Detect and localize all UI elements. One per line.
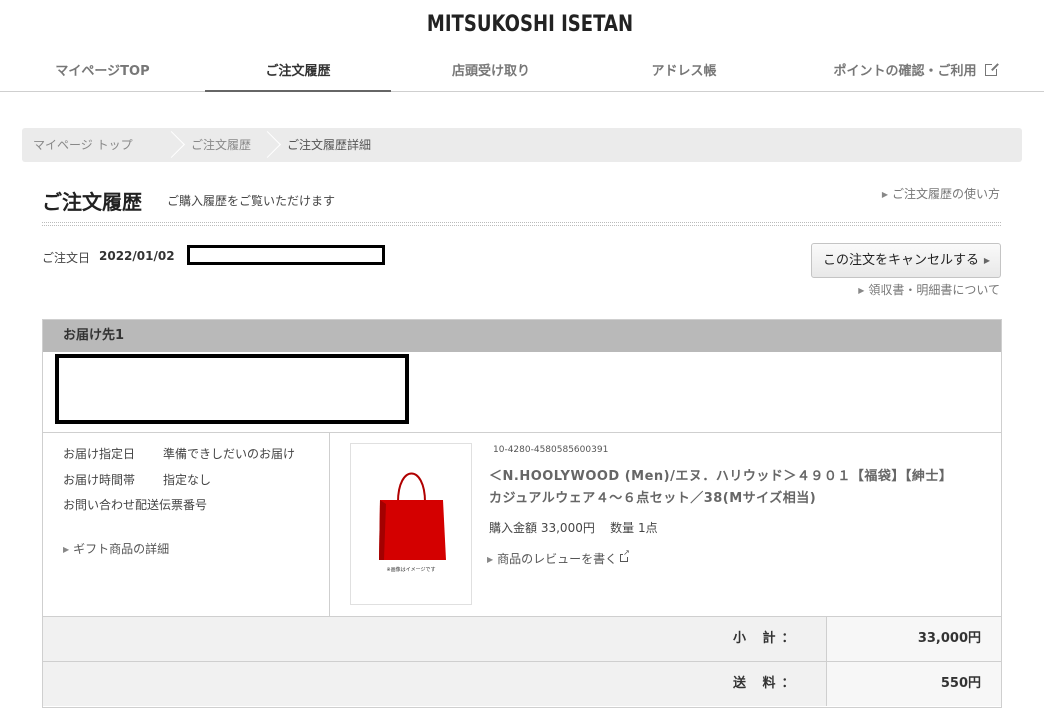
subtotal-cell: 33,000円 [826,617,1001,661]
brand-logo[interactable]: MITSUKOSHI ISETAN [95,12,964,37]
write-review-link[interactable]: ▶ 商品のレビューを書く [487,549,630,567]
shipping-label: 送 料： [733,676,801,691]
delivery-time-label: お届け時間帯 [63,473,136,487]
divider [43,432,1001,433]
triangle-right-icon: ▶ [487,555,494,564]
quantity-label: 数量 [610,521,635,535]
triangle-right-icon: ▶ [858,286,865,295]
help-link-label: ご注文履歴の使い方 [891,187,1000,201]
divider [329,433,330,616]
cancel-order-button[interactable]: この注文をキャンセルする ▶ [811,243,1001,278]
price-value: 33,000円 [540,521,595,535]
main-nav: マイページTOP ご注文履歴 店頭受け取り アドレス帳 ポイントの確認・ご利用 [0,52,1044,92]
triangle-right-icon: ▶ [983,256,990,265]
gift-details-label: ギフト商品の詳細 [73,542,170,556]
subtotal-row: 小 計： 33,000円 [43,616,1001,661]
image-caption: ※画像はイメージです [386,567,436,573]
redacted-address [55,354,409,424]
nav-item-points-label: ポイントの確認・ご利用 [833,64,977,79]
subtotal-label: 小 計： [733,631,801,646]
page-title: ご注文履歴 [42,190,142,214]
shopping-bag-icon [379,472,446,560]
delivery-date-label: お届け指定日 [63,447,136,461]
nav-item-points[interactable]: ポイントの確認・ご利用 [800,52,1030,92]
breadcrumb-mypage-top[interactable]: マイページ トップ [33,128,133,162]
subtotal-value: 33,000円 [917,631,981,646]
external-link-icon [620,549,630,562]
product-sku: 10-4280-4580585600391 [493,445,609,455]
gift-details-link[interactable]: ▶ ギフト商品の詳細 [63,540,169,557]
breadcrumb: マイページ トップ ご注文履歴 ご注文履歴詳細 [22,128,1022,162]
divider [42,222,1001,226]
order-date-value: 2022/01/02 [99,249,175,263]
quantity-value: 1点 [637,521,658,535]
triangle-right-icon: ▶ [881,190,888,199]
nav-item-address-book[interactable]: アドレス帳 [591,52,777,92]
delivery-date-value: 準備できしだいのお届け [163,447,296,461]
product-image[interactable]: ※画像はイメージです [350,443,472,605]
delivery-header: お届け先1 [43,320,1001,352]
receipt-link-label: 領収書・明細書について [868,283,1000,297]
help-link[interactable]: ▶ ご注文履歴の使い方 [882,185,1000,202]
breadcrumb-separator-icon [168,128,186,162]
receipt-link[interactable]: ▶ 領収書・明細書について [858,281,1000,298]
tracking-number-label: お問い合わせ配送伝票番号 [63,498,208,512]
shipping-row: 送 料： 550円 [43,661,1001,706]
external-link-icon [984,62,999,76]
write-review-label: 商品のレビューを書く [497,552,618,566]
shipping-cell: 550円 [826,662,1001,706]
nav-item-store-pickup[interactable]: 店頭受け取り [391,52,591,92]
redacted-order-number [187,245,385,265]
breadcrumb-current: ご注文履歴詳細 [287,138,372,152]
delivery-box: お届け先1 お届け指定日 準備できしだいのお届け お届け時間帯 指定なし お問い… [42,319,1002,708]
nav-item-mypage-top[interactable]: マイページTOP [0,52,205,92]
product-name[interactable]: ＜N.HOOLYWOOD (Men)/エヌ．ハリウッド＞４９０１【福袋】【紳士】… [489,466,959,510]
breadcrumb-order-history[interactable]: ご注文履歴 [191,128,251,162]
nav-item-order-history[interactable]: ご注文履歴 [205,52,391,92]
shipping-value: 550円 [940,676,981,691]
delivery-time-value: 指定なし [163,473,212,487]
page-subtitle: ご購入履歴をご覧いただけます [167,194,336,208]
price-label: 購入金額 [489,521,538,535]
triangle-right-icon: ▶ [63,545,70,554]
breadcrumb-separator-icon [264,128,282,162]
product-price-row: 購入金額 33,000円 数量 1点 [489,519,658,536]
cancel-order-label: この注文をキャンセルする [823,253,980,268]
order-date-label: ご注文日 [42,251,91,265]
